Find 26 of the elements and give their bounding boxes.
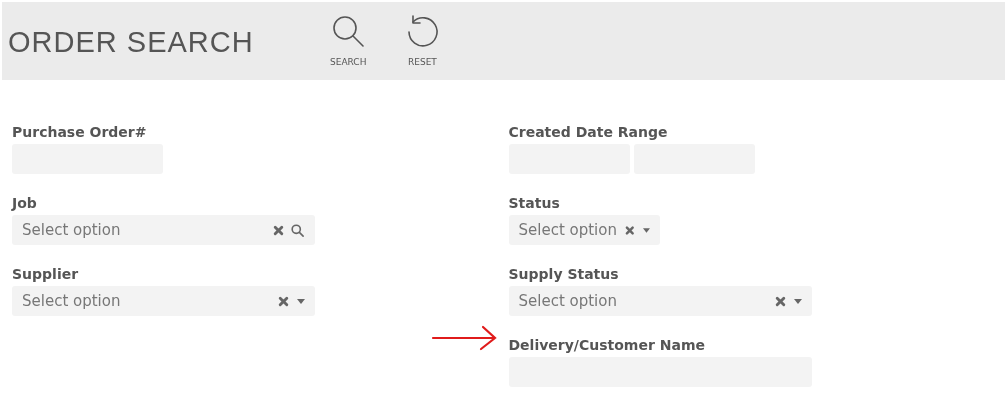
clear-icon[interactable] bbox=[774, 295, 786, 307]
field-label: Delivery/Customer Name bbox=[508, 336, 706, 355]
field-label: Purchase Order# bbox=[12, 123, 148, 142]
field-label: Created Date Range bbox=[508, 123, 669, 142]
select-field[interactable]: Select option bbox=[508, 215, 660, 245]
reset-button[interactable]: RESET bbox=[400, 2, 445, 70]
select-field[interactable]: Select option bbox=[12, 215, 315, 245]
search-icon bbox=[330, 14, 367, 50]
clear-icon[interactable] bbox=[278, 295, 289, 307]
search-button[interactable]: SEARCH bbox=[326, 2, 371, 70]
field-label: Job bbox=[12, 194, 38, 213]
caret-icon[interactable] bbox=[642, 227, 650, 233]
clear-icon[interactable] bbox=[273, 224, 284, 236]
clear-icon[interactable] bbox=[625, 224, 635, 236]
placeholder-text: Select option bbox=[22, 219, 121, 241]
caret-icon[interactable] bbox=[793, 298, 802, 304]
field-label: Status bbox=[508, 194, 561, 213]
placeholder-text: Select option bbox=[518, 219, 617, 241]
field-label: Supplier bbox=[12, 265, 80, 284]
select-field[interactable]: Select option bbox=[508, 286, 812, 316]
select-field[interactable]: Select option bbox=[12, 286, 315, 316]
field-label: Supply Status bbox=[508, 265, 620, 284]
caret-icon[interactable] bbox=[297, 298, 305, 304]
placeholder-text: Select option bbox=[22, 290, 121, 312]
placeholder-text: Select option bbox=[518, 290, 617, 312]
page-title: ORDER SEARCH bbox=[8, 25, 255, 60]
